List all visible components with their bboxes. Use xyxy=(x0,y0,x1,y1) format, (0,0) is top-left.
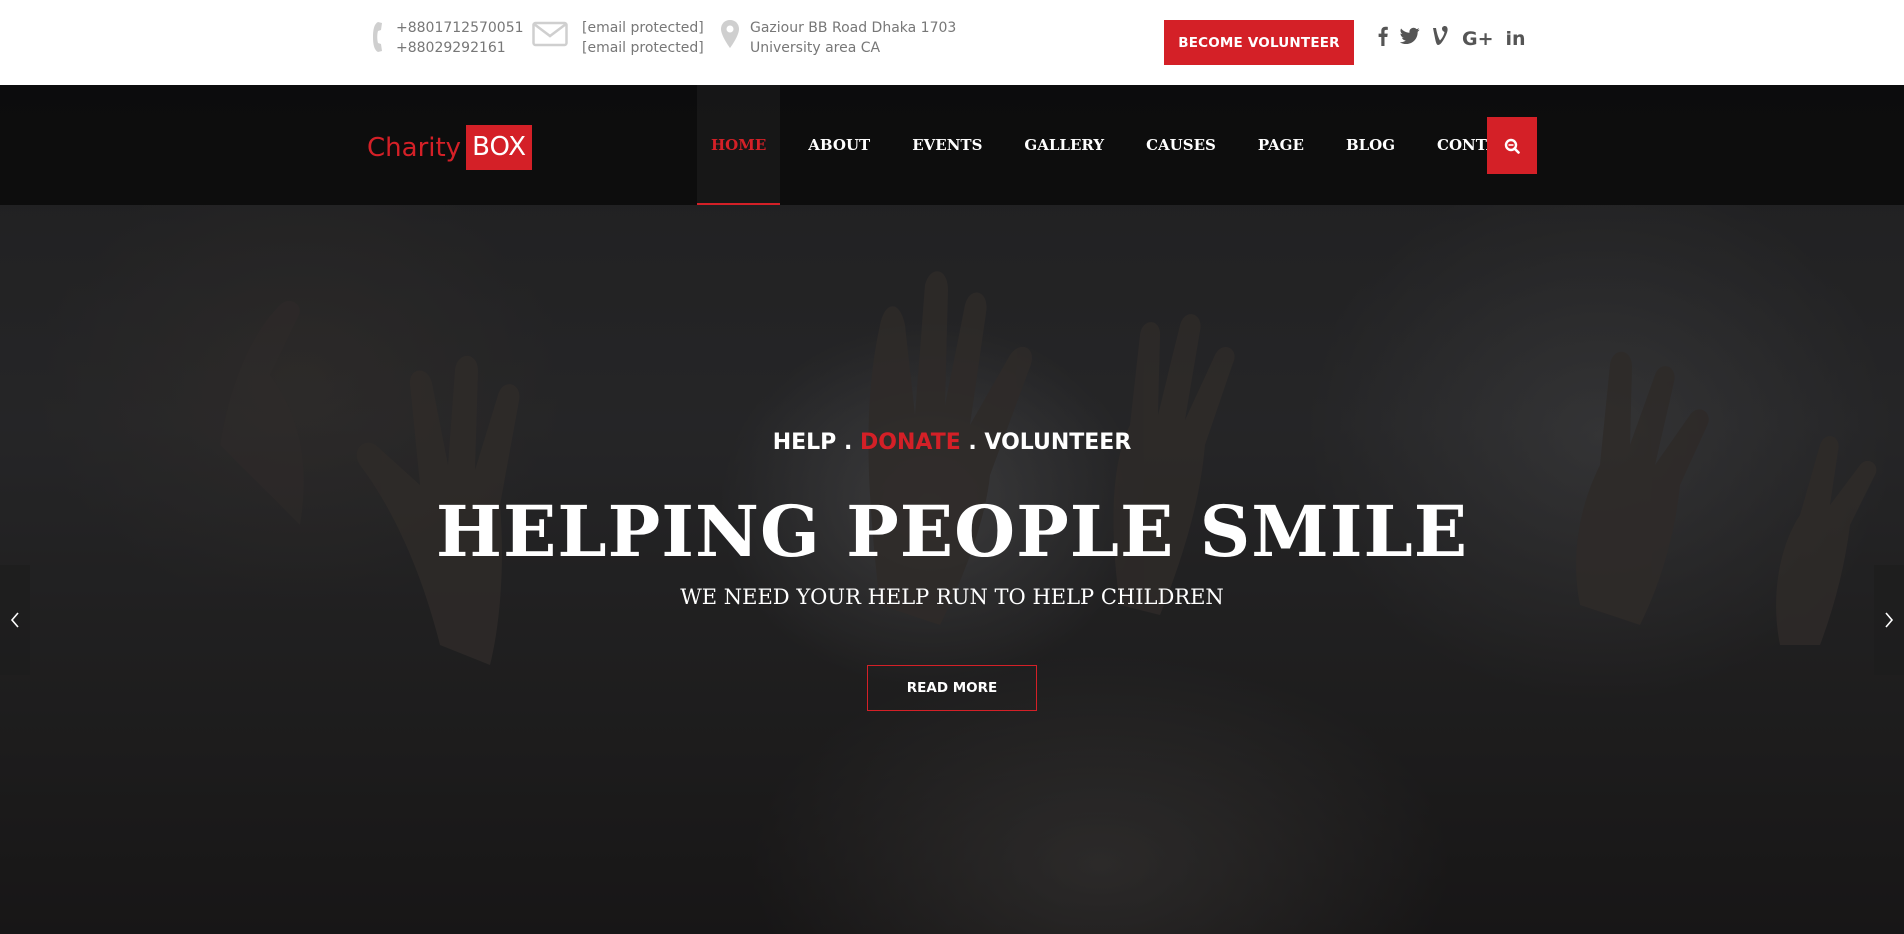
chevron-left-icon xyxy=(10,612,19,628)
slider-next-arrow[interactable] xyxy=(1874,565,1904,675)
phone-icon xyxy=(372,18,388,60)
logo-text-charity: Charity xyxy=(367,132,462,163)
address-line-2: University area CA xyxy=(750,40,881,56)
google-plus-icon[interactable]: G+ xyxy=(1462,26,1494,52)
phone-line-2: +88029292161 xyxy=(396,40,506,56)
linkedin-icon[interactable]: in xyxy=(1506,26,1526,52)
top-bar: +8801712570051 +88029292161 [email prote… xyxy=(0,0,1904,85)
search-button[interactable] xyxy=(1487,117,1537,174)
nav-causes[interactable]: CAUSES xyxy=(1132,85,1230,205)
main-menu: HOME ABOUT EVENTS GALLERY CAUSES PAGE BL… xyxy=(697,85,1549,205)
tagline-volunteer: . VOLUNTEER xyxy=(968,430,1132,455)
email-line-1[interactable]: [email protected] xyxy=(582,18,704,38)
email-line-2[interactable]: [email protected] xyxy=(582,38,704,58)
contact-address: Gaziour BB Road Dhaka 1703 University ar… xyxy=(720,18,956,58)
facebook-icon[interactable] xyxy=(1378,26,1388,52)
hero-tagline: HELP . DONATE . VOLUNTEER xyxy=(0,430,1904,455)
nav-about[interactable]: ABOUT xyxy=(794,85,884,205)
slider-prev-arrow[interactable] xyxy=(0,565,30,675)
nav-events[interactable]: EVENTS xyxy=(898,85,996,205)
search-icon xyxy=(1504,138,1520,154)
address-line-1: Gaziour BB Road Dhaka 1703 xyxy=(750,20,957,36)
read-more-button[interactable]: READ MORE xyxy=(867,665,1037,711)
hero-subtitle: WE NEED YOUR HELP RUN TO HELP CHILDREN xyxy=(680,585,1224,609)
chevron-right-icon xyxy=(1885,612,1894,628)
nav-home[interactable]: HOME xyxy=(697,85,781,205)
map-marker-icon xyxy=(720,18,740,54)
envelope-icon xyxy=(532,18,568,52)
nav-gallery[interactable]: GALLERY xyxy=(1010,85,1118,205)
logo-text-box: BOX xyxy=(466,125,533,170)
twitter-icon[interactable] xyxy=(1399,26,1420,52)
contact-phone: +8801712570051 +88029292161 xyxy=(372,18,524,60)
vine-icon[interactable] xyxy=(1432,26,1450,52)
phone-line-1: +8801712570051 xyxy=(396,20,524,36)
tagline-donate: DONATE xyxy=(860,430,961,455)
main-navbar: Charity BOX HOME ABOUT EVENTS GALLERY CA… xyxy=(0,85,1904,205)
nav-blog[interactable]: BLOG xyxy=(1332,85,1409,205)
social-links: G+ in xyxy=(1378,26,1538,52)
tagline-help: HELP . xyxy=(772,430,853,455)
contact-email: [email protected] [email protected] xyxy=(532,18,704,58)
nav-page[interactable]: PAGE xyxy=(1244,85,1318,205)
site-logo[interactable]: Charity BOX xyxy=(367,125,533,170)
become-volunteer-button[interactable]: BECOME VOLUNTEER xyxy=(1164,20,1354,65)
hero-title: HELPING PEOPLE SMILE xyxy=(435,490,1469,573)
